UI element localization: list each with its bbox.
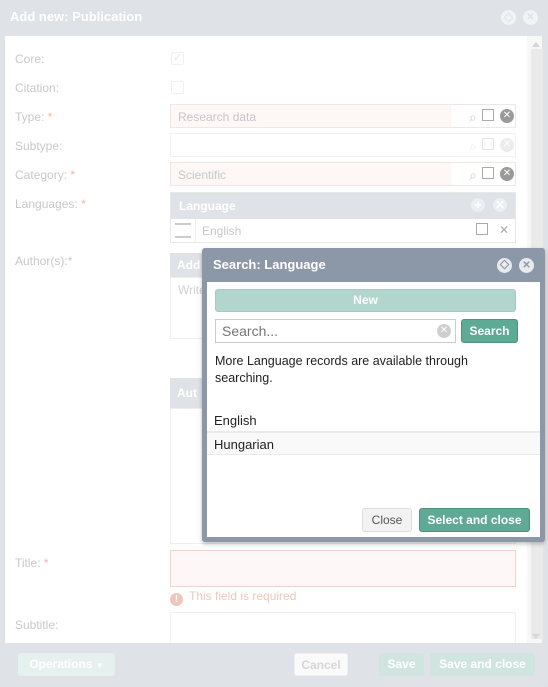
remove-all-icon[interactable]: ✕	[493, 198, 507, 212]
category-field[interactable]: Scientific ⌕ ✕	[170, 162, 516, 186]
result-row[interactable]: English	[207, 409, 540, 432]
core-label: Core:	[15, 52, 45, 66]
search-icon[interactable]: ⌕	[469, 109, 483, 125]
search-icon[interactable]: ⌕	[469, 167, 483, 183]
authors-label: Author(s):*	[15, 254, 72, 268]
required-mark: *	[43, 556, 49, 570]
clear-search-icon[interactable]: ✕	[437, 324, 451, 338]
category-value: Scientific	[178, 168, 227, 182]
language-item: English	[202, 224, 242, 238]
languages-header-label: Language	[179, 199, 236, 213]
result-row[interactable]: Hungarian	[207, 432, 540, 455]
title-label: Title: *	[15, 556, 49, 570]
clear-icon[interactable]: ✕	[500, 138, 514, 152]
window-title: Add new: Publication	[10, 9, 143, 24]
authors-list-label: Aut	[177, 386, 197, 400]
dialog-body: New ✕ Search More Language records are a…	[207, 282, 540, 537]
clear-icon[interactable]: ✕	[500, 109, 514, 123]
type-field[interactable]: Research data ⌕ ✕	[170, 104, 516, 128]
subtype-tools: ⌕ ✕	[451, 134, 515, 156]
maximize-button[interactable]	[501, 10, 516, 25]
title-error: ! This field is required	[170, 589, 296, 606]
required-mark: *	[81, 197, 86, 211]
languages-label: Languages: *	[15, 197, 86, 211]
external-link-icon[interactable]	[482, 109, 494, 121]
type-label-text: Type:	[15, 110, 45, 124]
operations-label: Operations	[29, 657, 93, 671]
info-text: More Language records are available thro…	[215, 354, 468, 385]
category-tools: ⌕ ✕	[451, 163, 515, 185]
close-icon: ✕	[522, 260, 531, 271]
check-icon: ✓	[172, 52, 183, 64]
maximize-icon	[503, 12, 514, 23]
maximize-icon	[499, 259, 510, 270]
clear-icon[interactable]: ✕	[500, 167, 514, 181]
title-error-text: This field is required	[189, 589, 297, 603]
languages-table: Language + ✕ English ✕	[170, 192, 516, 243]
new-button[interactable]: New	[215, 289, 516, 312]
dialog-close-button[interactable]: ✕	[519, 258, 534, 273]
external-link-icon[interactable]	[482, 138, 494, 150]
divider	[195, 219, 196, 243]
search-icon[interactable]: ⌕	[469, 138, 483, 154]
add-icon[interactable]: +	[471, 198, 485, 212]
close-window-button[interactable]: ✕	[523, 10, 538, 25]
type-tools: ⌕ ✕	[451, 105, 515, 127]
cancel-button[interactable]: Cancel	[294, 653, 348, 676]
save-and-close-button[interactable]: Save and close	[430, 653, 535, 676]
remove-row-icon[interactable]: ✕	[499, 223, 509, 237]
save-button[interactable]: Save	[379, 653, 424, 676]
authors-add-label: Add	[177, 258, 201, 272]
drag-handle-icon[interactable]	[175, 223, 191, 238]
search-language-dialog: Search: Language ✕ New ✕ Search More Lan…	[202, 248, 545, 542]
type-value: Research data	[178, 110, 257, 124]
required-mark: *	[67, 254, 73, 268]
authors-label-text: Author(s):	[15, 254, 68, 268]
scroll-down-arrow[interactable]	[532, 634, 540, 639]
dialog-title: Search: Language	[213, 257, 326, 272]
languages-label-text: Languages:	[15, 197, 78, 211]
citation-label: Citation:	[15, 81, 60, 95]
search-input[interactable]	[215, 319, 456, 343]
subtype-field[interactable]: ⌕ ✕	[170, 133, 516, 157]
close-button[interactable]: Close	[362, 508, 412, 532]
select-and-close-button[interactable]: Select and close	[419, 508, 530, 532]
close-icon: ✕	[526, 12, 535, 23]
languages-header: Language + ✕	[171, 193, 515, 219]
external-link-icon[interactable]	[482, 167, 494, 179]
category-label-text: Category:	[15, 168, 68, 182]
subtype-label: Subtype:	[15, 139, 63, 153]
chevron-down-icon: ▼	[95, 661, 104, 670]
title-input[interactable]	[170, 550, 516, 587]
subtitle-label: Subtitle:	[15, 618, 59, 632]
operations-button[interactable]: Operations ▼	[18, 653, 115, 676]
subtitle-input[interactable]	[170, 612, 516, 643]
search-button[interactable]: Search	[461, 319, 518, 343]
scroll-up-arrow[interactable]	[532, 42, 540, 47]
language-row[interactable]: English ✕	[171, 219, 515, 243]
external-link-icon[interactable]	[476, 223, 488, 235]
required-mark: *	[70, 168, 76, 182]
core-checkbox[interactable]: ✓	[171, 52, 184, 65]
category-label: Category: *	[15, 168, 75, 182]
required-mark: *	[47, 110, 53, 124]
title-label-text: Title:	[15, 556, 41, 570]
type-label: Type: *	[15, 110, 52, 124]
citation-checkbox[interactable]	[171, 81, 184, 94]
dialog-maximize-button[interactable]	[497, 258, 512, 273]
warning-icon: !	[170, 593, 183, 606]
